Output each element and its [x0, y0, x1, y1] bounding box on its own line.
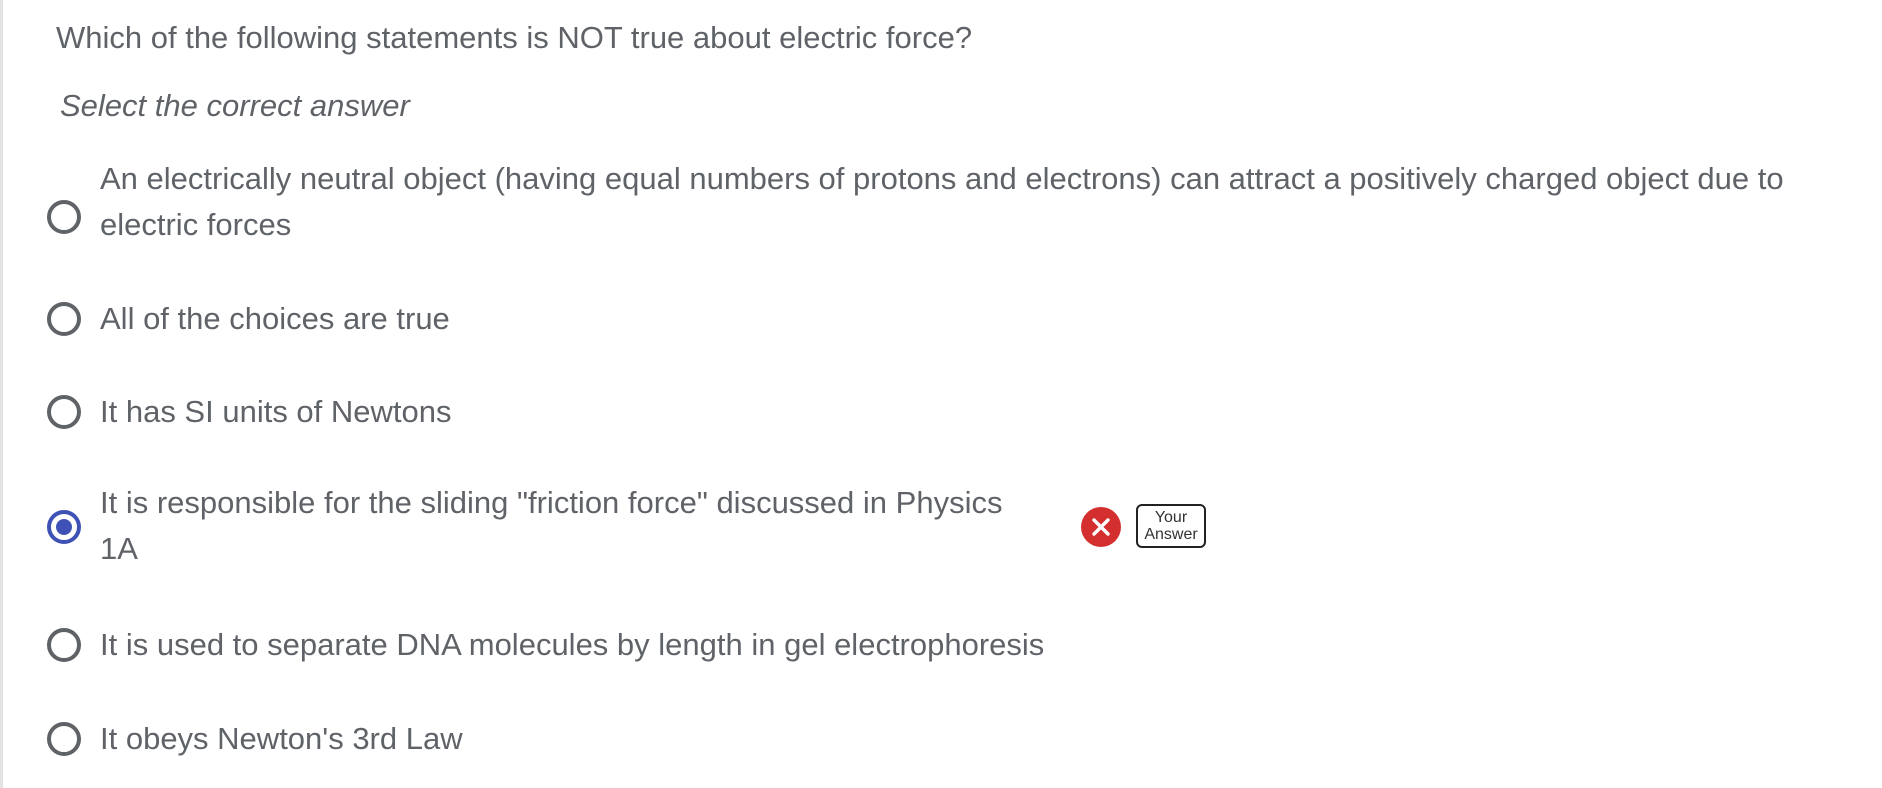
your-answer-badge: Your Answer: [1136, 504, 1206, 548]
option-label: It obeys Newton's 3rd Law: [100, 721, 463, 756]
answer-option-1[interactable]: An electrically neutral object (having e…: [0, 156, 1882, 248]
badge-line: Answer: [1144, 526, 1198, 543]
radio-button[interactable]: [47, 722, 81, 756]
close-icon: [1092, 518, 1110, 536]
option-label: All of the choices are true: [100, 301, 450, 336]
radio-button-selected[interactable]: [47, 510, 81, 544]
option-label: An electrically neutral object (having e…: [100, 156, 1784, 248]
option-label: It has SI units of Newtons: [100, 394, 452, 429]
option-label: It is responsible for the sliding "frict…: [100, 480, 1080, 572]
question-instruction: Select the correct answer: [60, 88, 410, 123]
option-label: It is used to separate DNA molecules by …: [100, 627, 1045, 662]
radio-button[interactable]: [47, 395, 81, 429]
radio-button[interactable]: [47, 302, 81, 336]
radio-button[interactable]: [47, 200, 81, 234]
badge-line: Your: [1154, 509, 1188, 526]
answer-option-4[interactable]: It is responsible for the sliding "frict…: [0, 480, 1882, 572]
question-text: Which of the following statements is NOT…: [56, 20, 973, 55]
radio-button[interactable]: [47, 628, 81, 662]
answer-option-3[interactable]: It has SI units of Newtons: [0, 389, 1882, 435]
option-label-line: It is responsible for the sliding "frict…: [100, 485, 1003, 520]
answer-option-6[interactable]: It obeys Newton's 3rd Law: [0, 716, 1882, 762]
answer-option-2[interactable]: All of the choices are true: [0, 296, 1882, 342]
incorrect-answer-icon: [1081, 507, 1121, 547]
option-label-line: 1A: [100, 531, 138, 566]
option-label-line: electric forces: [100, 207, 292, 242]
answer-option-5[interactable]: It is used to separate DNA molecules by …: [0, 622, 1882, 668]
option-label-line: An electrically neutral object (having e…: [100, 161, 1784, 196]
